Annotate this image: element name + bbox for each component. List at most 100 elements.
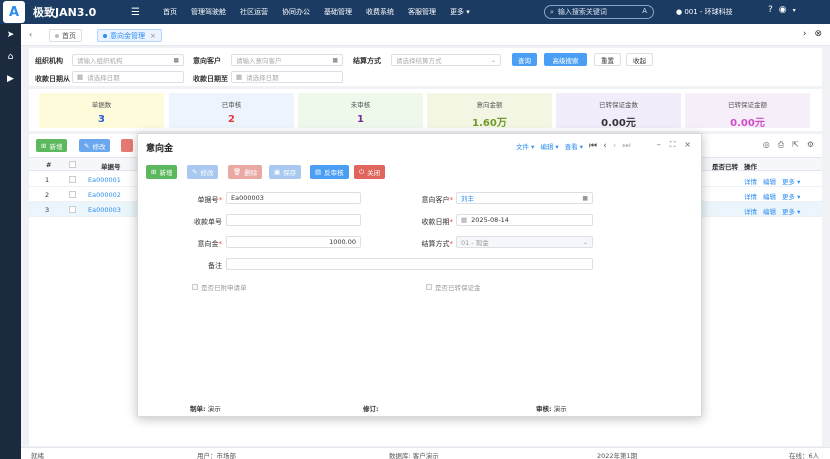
- stat-title: 已转保证金数: [599, 101, 638, 109]
- help-icon[interactable]: ?: [768, 5, 773, 15]
- close-all-tabs-icon[interactable]: ⊗: [814, 29, 822, 39]
- tab-scroll-right-icon[interactable]: ›: [803, 29, 807, 39]
- stat-value: 0.00元: [601, 118, 636, 129]
- customer-placeholder: 请输入意向客户: [236, 57, 282, 65]
- folder-icon[interactable]: ■: [582, 195, 588, 202]
- folder-icon[interactable]: ■: [332, 57, 338, 64]
- stat-title: 已审核: [221, 101, 242, 109]
- header-index: #: [46, 161, 52, 169]
- print-icon[interactable]: ⎙: [778, 140, 784, 150]
- close-icon[interactable]: ×: [684, 140, 691, 150]
- tab-home[interactable]: 首页: [49, 29, 82, 42]
- settle-select[interactable]: 01 - 现金 ⌄: [456, 236, 593, 248]
- first-record-icon[interactable]: ⏮: [589, 141, 597, 151]
- file-menu[interactable]: 文件 ▾: [516, 141, 534, 151]
- dialog-close-button[interactable]: ⏻ 关闭: [354, 165, 386, 179]
- chevron-down-icon[interactable]: ▾: [793, 7, 796, 15]
- tab-scroll-left-icon[interactable]: ‹: [29, 30, 32, 39]
- stat-title: 未审核: [350, 101, 371, 109]
- stat-card-intent-amount: 意向金额 1.60万: [427, 93, 552, 129]
- dialog-title: 意向金: [146, 144, 174, 154]
- transferred-checkbox[interactable]: 是否已转保证金: [426, 282, 481, 292]
- remark-input[interactable]: [226, 258, 593, 270]
- detail-link[interactable]: 详情: [744, 206, 757, 216]
- row-index: 1: [45, 176, 50, 184]
- play-icon[interactable]: ▶: [0, 68, 21, 90]
- query-button[interactable]: 查询: [512, 53, 537, 66]
- advanced-search-button[interactable]: 高级搜索: [544, 53, 587, 66]
- edit-menu[interactable]: 编辑 ▾: [540, 141, 558, 151]
- detail-link[interactable]: 详情: [744, 176, 757, 186]
- bill-no-link[interactable]: Ea000003: [88, 206, 121, 214]
- more-link[interactable]: 更多 ▾: [782, 191, 800, 201]
- intent-deposit-dialog: 意向金 文件 ▾ 编辑 ▾ 查看 ▾ ⏮ ‹ › ⏭ – ⛶ × ⊞ 新增 ✎ …: [137, 133, 702, 417]
- bill-no-link[interactable]: Ea000001: [88, 176, 121, 184]
- dialog-unaudit-button[interactable]: ▤ 反审核: [310, 165, 349, 179]
- edit-link[interactable]: 编辑: [763, 191, 776, 201]
- select-all-checkbox[interactable]: [69, 161, 76, 168]
- company-selector[interactable]: ● 001 - 环球科技: [676, 7, 733, 17]
- minimize-icon[interactable]: –: [657, 140, 661, 150]
- reset-button[interactable]: 重置: [594, 53, 621, 66]
- apply-form-checkbox[interactable]: 是否已附申请单: [192, 282, 247, 292]
- row-checkbox[interactable]: [69, 176, 76, 183]
- receipt-no-input[interactable]: [226, 214, 361, 226]
- detail-link[interactable]: 详情: [744, 191, 757, 201]
- date-to-input[interactable]: ▦ 请选择日期: [231, 71, 343, 83]
- maximize-icon[interactable]: ⛶: [670, 140, 676, 150]
- customer-input[interactable]: 请输入意向客户 ■: [231, 54, 343, 66]
- tab-intent-deposit[interactable]: 意向金管理 ×: [97, 29, 162, 42]
- user-avatar-icon[interactable]: ◉: [779, 5, 787, 15]
- more-link[interactable]: 更多 ▾: [782, 206, 800, 216]
- customer-label: 意向客户*: [421, 196, 454, 204]
- eye-icon[interactable]: ◎: [763, 140, 770, 150]
- dialog-delete-button[interactable]: 🗑 删除: [228, 165, 263, 179]
- receipt-date-input[interactable]: ▦ 2025-08-14: [456, 214, 593, 226]
- bill-no-link[interactable]: Ea000002: [88, 191, 121, 199]
- nav-item-community[interactable]: 社区运营: [240, 7, 268, 17]
- customer-value: 刘丰: [461, 195, 474, 203]
- export-icon[interactable]: ⇱: [792, 140, 799, 150]
- prev-record-icon[interactable]: ‹: [603, 141, 607, 151]
- edit-link[interactable]: 编辑: [763, 176, 776, 186]
- close-tab-icon[interactable]: ×: [150, 32, 156, 40]
- nav-more-menu[interactable]: 更多 ▾: [450, 7, 470, 17]
- amount-input[interactable]: 1000.00: [226, 236, 361, 248]
- date-from-input[interactable]: ▦ 请选择日期: [72, 71, 184, 83]
- edit-link[interactable]: 编辑: [763, 206, 776, 216]
- bill-no-input[interactable]: Ea000003: [226, 192, 361, 204]
- nav-item-home[interactable]: 首页: [163, 7, 177, 17]
- collapse-button[interactable]: 收起: [626, 53, 653, 66]
- header-bill-no[interactable]: 单据号: [101, 161, 121, 171]
- settle-select[interactable]: 请选择结算方式 ⌄: [391, 54, 501, 66]
- nav-item-billing[interactable]: 收费系统: [366, 7, 394, 17]
- nav-item-office[interactable]: 协同办公: [282, 7, 310, 17]
- nav-item-cockpit[interactable]: 管理驾驶舱: [191, 7, 226, 17]
- row-checkbox[interactable]: [69, 206, 76, 213]
- edit-button[interactable]: ✎ 修改: [79, 139, 111, 152]
- stat-value: 1.60万: [472, 118, 507, 129]
- row-checkbox[interactable]: [69, 191, 76, 198]
- remark-label: 备注: [208, 262, 222, 270]
- nav-item-service[interactable]: 客服管理: [408, 7, 436, 17]
- dialog-save-button[interactable]: ▣ 保存: [269, 165, 302, 179]
- view-menu[interactable]: 查看 ▾: [565, 141, 583, 151]
- delete-button-partial[interactable]: [121, 139, 133, 152]
- folder-icon[interactable]: ■: [173, 57, 179, 64]
- nav-item-basic[interactable]: 基础管理: [324, 7, 352, 17]
- dialog-add-button[interactable]: ⊞ 新增: [146, 165, 178, 179]
- more-link[interactable]: 更多 ▾: [782, 176, 800, 186]
- last-record-icon[interactable]: ⏭: [622, 141, 630, 151]
- send-icon[interactable]: ➤: [0, 24, 21, 46]
- home-icon[interactable]: ⌂: [0, 46, 21, 68]
- global-search-input[interactable]: ⌕ 输入搜索关键词 A: [544, 5, 654, 19]
- hamburger-menu-icon[interactable]: ☰: [131, 7, 149, 18]
- tab-label: 意向金管理: [110, 31, 145, 40]
- add-button[interactable]: ⊞ 新增: [36, 139, 68, 152]
- stat-value: 1: [357, 114, 364, 125]
- settings-icon[interactable]: ⚙: [807, 140, 814, 150]
- dialog-edit-button[interactable]: ✎ 修改: [187, 165, 219, 179]
- next-record-icon[interactable]: ›: [613, 141, 617, 151]
- org-input[interactable]: 请输入组织机构 ■: [72, 54, 184, 66]
- customer-input[interactable]: 刘丰 ■: [456, 192, 593, 204]
